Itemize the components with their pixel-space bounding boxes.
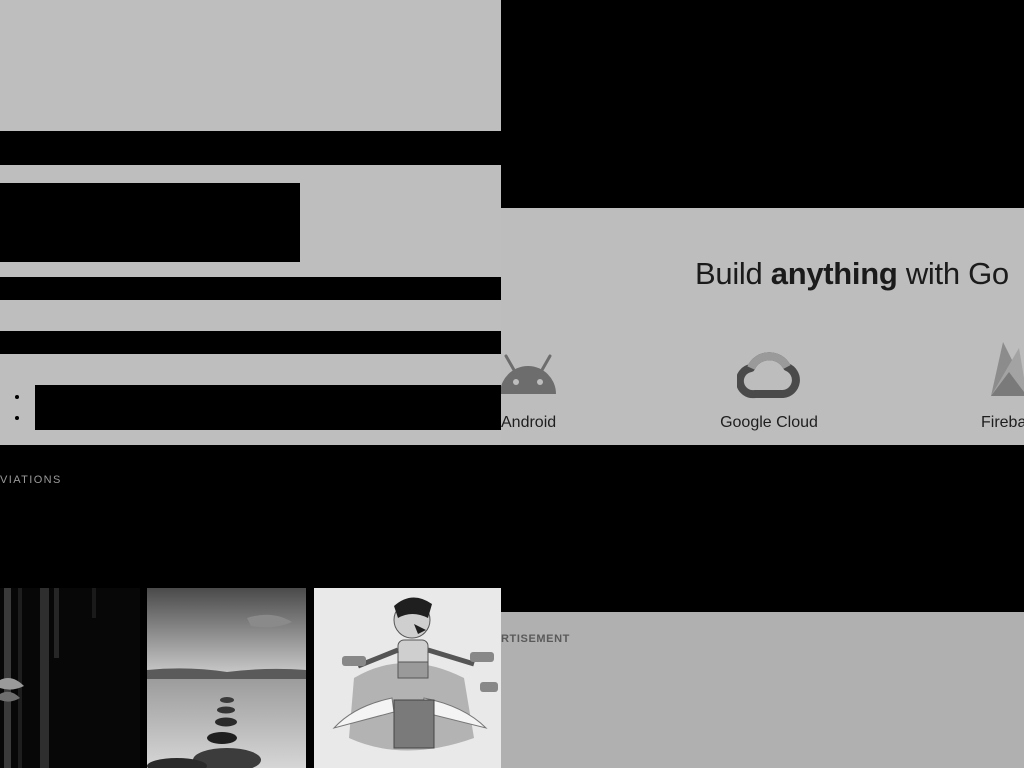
- winged-character-illustration-thumbnail[interactable]: [314, 588, 501, 768]
- headline-bold-text: anything: [770, 256, 898, 291]
- forest-photo-thumbnail[interactable]: [0, 588, 140, 768]
- redacted-block: [35, 385, 501, 430]
- headline-text: Build: [695, 256, 771, 291]
- google-cloud-icon: [704, 336, 834, 400]
- product-label: Fireba: [981, 414, 1024, 431]
- redacted-bar: [0, 277, 501, 300]
- product-google-cloud[interactable]: Google Cloud: [704, 336, 834, 432]
- headline-text: with Go: [897, 256, 1009, 291]
- product-label: Google Cloud: [720, 414, 818, 431]
- product-android[interactable]: Android: [501, 336, 593, 432]
- developer-products-banner[interactable]: Build anything with Go Android Google Cl…: [501, 208, 1024, 445]
- right-pane: Build anything with Go Android Google Cl…: [501, 0, 1024, 768]
- redacted-bar: [0, 331, 501, 354]
- android-icon: [501, 336, 593, 400]
- section-label: VIATIONS: [0, 474, 62, 486]
- left-pane: VIATIONS: [0, 0, 501, 768]
- firebase-icon: [965, 336, 1024, 400]
- article-header-area: [0, 0, 501, 445]
- advertisement-area[interactable]: RTISEMENT: [501, 612, 1024, 768]
- advertisement-label: RTISEMENT: [501, 633, 570, 645]
- product-label: Android: [501, 414, 557, 431]
- redacted-block: [0, 183, 300, 262]
- redacted-bar: [0, 131, 501, 165]
- lake-stepping-stones-thumbnail[interactable]: [147, 588, 306, 768]
- bullet-list: [0, 386, 30, 428]
- product-firebase[interactable]: Fireba: [965, 336, 1024, 432]
- banner-headline: Build anything with Go: [695, 256, 1009, 292]
